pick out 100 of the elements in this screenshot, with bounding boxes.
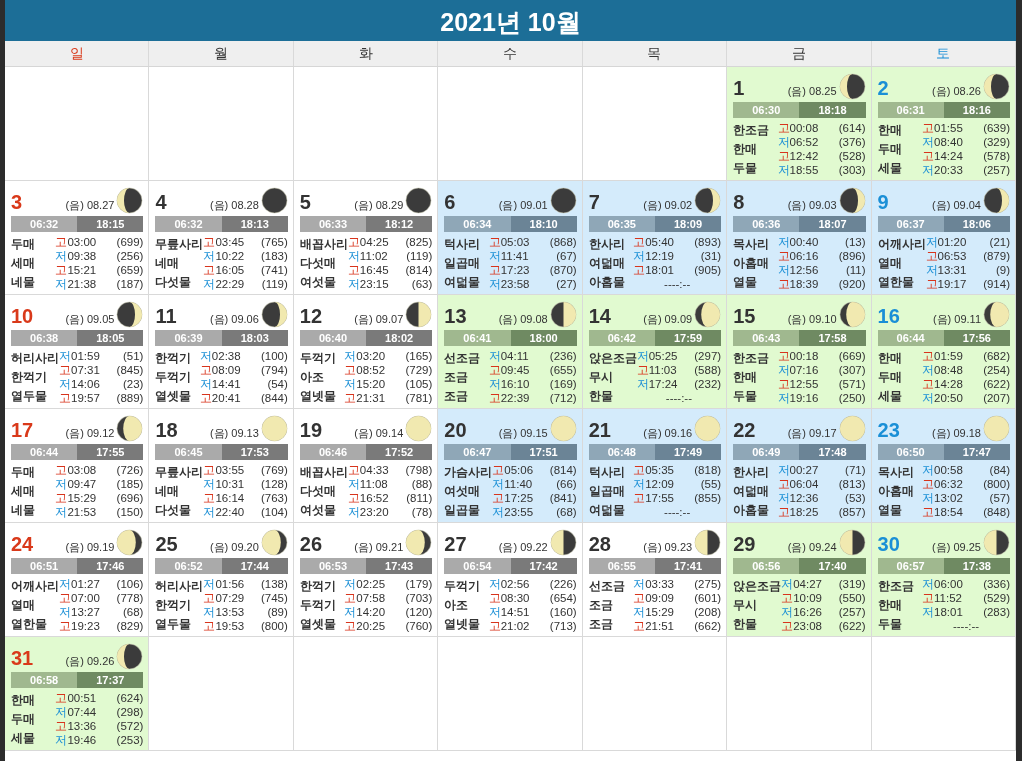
day-number: 17	[11, 418, 34, 442]
tide-reading: 06:16 (896)	[789, 250, 866, 262]
tide-reading: 01:55 (639)	[934, 122, 1010, 134]
tide-type: 고	[347, 490, 360, 506]
sunrise-time: 06:56	[733, 558, 800, 574]
lunar-date: (음) 09.22	[498, 540, 548, 555]
day-number: 12	[299, 304, 323, 328]
tide-type: 고	[633, 490, 646, 506]
tide-type: 저	[488, 348, 501, 364]
tide-reading: 13:31 (9)	[937, 264, 1010, 276]
tide-type: 저	[925, 234, 938, 250]
tide-reading: 19:57 (889)	[71, 392, 144, 404]
tide-type: 저	[55, 248, 68, 264]
sunset-time: 17:43	[366, 558, 433, 574]
sunset-time: 18:03	[221, 330, 288, 346]
tide-name: 아조	[444, 598, 470, 612]
tide-name: 조금	[588, 616, 614, 631]
tide-reading: 21:53 (150)	[67, 506, 144, 518]
tide-name: 조금	[444, 388, 470, 403]
sunrise-time: 06:31	[877, 102, 944, 118]
lunar-date: (음) 08.28	[209, 198, 259, 213]
day-number: 5	[299, 190, 311, 214]
tide-reading: 05:40 (893)	[645, 236, 722, 248]
tide-name: 네매	[155, 256, 181, 270]
sunrise-time: 06:53	[299, 558, 367, 574]
tide-type: 고	[925, 276, 938, 292]
tide-name: 한물	[588, 388, 614, 403]
tide-reading: 01:59 (682)	[934, 350, 1010, 362]
sunset-time: 17:46	[77, 558, 144, 574]
month-title: 2021년 10월	[440, 7, 581, 38]
tide-reading: 07:00 (778)	[71, 592, 144, 604]
tide-reading: 19:53 (800)	[215, 620, 288, 632]
tide-type: 저	[203, 576, 216, 592]
tide-type: 고	[344, 390, 357, 406]
lunar-date: (음) 09.12	[65, 426, 115, 441]
tide-reading: 09:09 (601)	[645, 592, 722, 604]
tide-reading: 07:58 (703)	[356, 592, 433, 604]
sunset-time: 17:53	[221, 444, 288, 460]
tide-type: 고	[199, 362, 212, 378]
weekday-label: 금	[727, 41, 872, 66]
tide-type: 저	[488, 604, 501, 620]
tide-name: 열두물	[155, 616, 193, 631]
tide-type: 저	[636, 348, 649, 362]
tide-type: 고	[777, 376, 790, 392]
tide-reading: 02:38 (100)	[211, 350, 288, 362]
tide-reading: 05:35 (818)	[645, 464, 722, 476]
tide-reading: 01:59 (51)	[71, 350, 144, 362]
tide-reading: 07:29 (745)	[215, 592, 288, 604]
tide-type: 저	[922, 490, 934, 506]
tide-reading: 01:20 (21)	[937, 236, 1010, 248]
tide-name: 두물	[877, 616, 903, 631]
tide-name: 세물	[877, 388, 902, 403]
tide-name: 열두물	[11, 388, 48, 403]
weekday-label: 화	[293, 41, 439, 66]
tide-type: 고	[922, 148, 934, 164]
tide-reading: 04:33 (798)	[359, 464, 433, 476]
sunset-time: 17:42	[510, 558, 577, 574]
tide-reading: 14:51 (160)	[500, 606, 577, 618]
lunar-date: (음) 09.03	[787, 198, 837, 213]
weekday-label: 일	[5, 41, 150, 66]
tide-name: 앉은조금	[733, 579, 782, 594]
tide-reading: 22:29 (119)	[215, 278, 288, 290]
day-number: 2	[877, 76, 889, 100]
tide-reading: 23:15 (63)	[359, 278, 433, 290]
day-number: 11	[155, 304, 177, 328]
tide-type: 고	[203, 590, 216, 606]
tide-name: 다섯매	[299, 484, 337, 498]
tide-type: 고	[488, 390, 501, 406]
sunrise-time: 06:44	[11, 444, 78, 460]
sunrise-time: 06:30	[733, 102, 800, 118]
day-number: 13	[444, 304, 467, 328]
day-number: 9	[877, 190, 889, 214]
sunrise-time: 06:58	[11, 672, 78, 688]
lunar-date: (음) 08.27	[65, 198, 115, 213]
tide-name: 일곱매	[588, 484, 625, 498]
tide-type: 고	[59, 390, 71, 406]
tide-reading: 23:20 (78)	[359, 506, 433, 518]
tide-reading: 17:25 (841)	[504, 492, 577, 504]
weekday-label: 목	[582, 41, 728, 66]
tide-reading: 15:21 (659)	[67, 264, 144, 276]
lunar-date: (음) 09.06	[209, 312, 259, 327]
tide-name: 한사리	[733, 465, 770, 480]
lunar-date: (음) 09.20	[209, 540, 259, 555]
tide-name: 한꺽기	[11, 370, 48, 384]
sunrise-time: 06:36	[733, 216, 800, 232]
weekday-label: 월	[149, 41, 294, 66]
day-number: 19	[299, 418, 323, 442]
tide-name: 일곱물	[444, 502, 482, 517]
tide-reading: 21:02 (713)	[500, 620, 577, 632]
tide-name: 한매	[877, 351, 902, 366]
tide-name: 열물	[877, 502, 903, 517]
tide-reading: 23:08 (622)	[793, 620, 866, 632]
lunar-date: (음) 09.16	[643, 426, 693, 441]
tide-reading: 06:52 (376)	[789, 136, 866, 148]
sunset-time: 18:15	[77, 216, 144, 232]
tide-name: 여덟물	[444, 274, 481, 289]
tide-type: 고	[344, 362, 357, 378]
sunrise-time: 06:33	[299, 216, 367, 232]
tide-name: 가슴사리	[444, 465, 493, 480]
tide-reading: 00:18 (669)	[789, 350, 866, 362]
